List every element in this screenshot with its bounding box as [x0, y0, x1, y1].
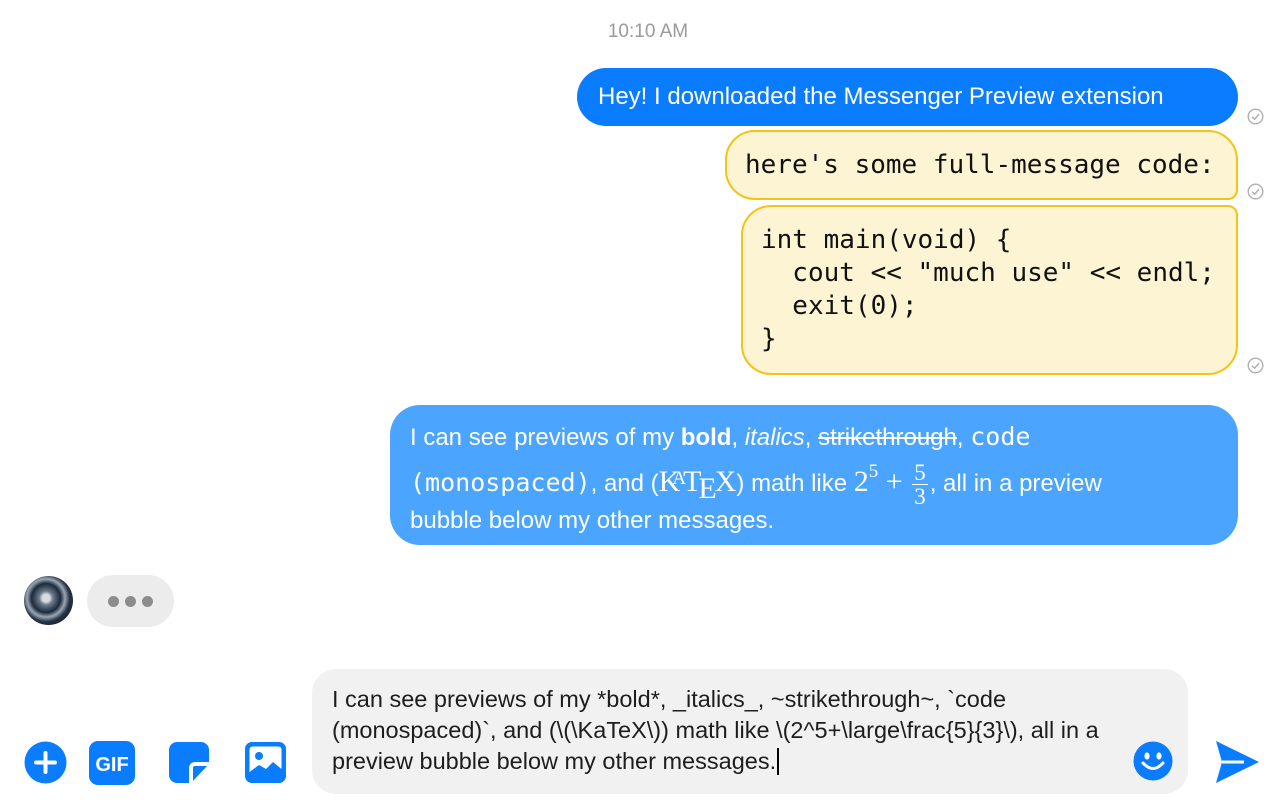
seen-check-icon [1247, 357, 1264, 374]
sent-message-code-inline[interactable]: here's some full-message code: [725, 130, 1238, 200]
sent-message-greeting[interactable]: Hey! I downloaded the Messenger Preview … [577, 68, 1238, 126]
sent-message-code-block[interactable]: int main(void) { cout << "much use" << e… [741, 205, 1238, 375]
math-fraction: 53 [912, 460, 928, 510]
sticker-icon[interactable] [169, 742, 209, 783]
message-timestamp: 10:10 AM [607, 21, 689, 42]
messenger-thread: 10:10 AM Hey! I downloaded the Messenger… [0, 0, 1280, 800]
preview-monospace-text: (monospaced) [410, 468, 591, 497]
preview-text: ) math like [736, 470, 854, 497]
preview-bubble: I can see previews of my bold, italics , … [390, 405, 1238, 545]
svg-text:GIF: GIF [95, 754, 128, 776]
preview-monospace-text: code [970, 422, 1031, 451]
preview-line-2: (monospaced), and (KATEX) math like 25 +… [410, 458, 1218, 508]
emoji-icon[interactable] [1133, 741, 1173, 781]
typing-dot [125, 596, 136, 607]
preview-text: , [956, 424, 971, 451]
composer-input[interactable]: I can see previews of my *bold*, _italic… [332, 684, 1122, 777]
preview-bold-text: bold [680, 424, 732, 451]
photo-icon[interactable] [245, 742, 286, 783]
preview-line-1: I can see previews of my bold, italics, … [410, 416, 1218, 458]
typing-indicator [87, 575, 174, 627]
seen-check-icon [1247, 108, 1264, 125]
seen-check-icon [1247, 183, 1264, 200]
preview-italic-text: italics [744, 424, 805, 451]
typing-dot [108, 596, 119, 607]
send-icon[interactable] [1214, 739, 1260, 785]
contact-avatar[interactable] [24, 576, 73, 625]
gif-icon[interactable]: GIF [89, 741, 135, 785]
katex-logo: KATEX [658, 465, 737, 505]
preview-line-3: bubble below my other messages. [410, 507, 775, 534]
preview-text: I can see previews of my [410, 424, 681, 451]
typing-dot [142, 596, 153, 607]
math-expression: 25 + [853, 461, 903, 498]
text-caret [777, 748, 779, 775]
preview-text: , and ( [590, 470, 659, 497]
preview-text: , [731, 424, 745, 451]
preview-text: , all in a preview [929, 470, 1102, 497]
plus-icon[interactable] [24, 741, 67, 784]
preview-strikethrough-text: strikethrough [818, 424, 957, 451]
preview-text: , [804, 424, 819, 451]
message-composer[interactable]: I can see previews of my *bold*, _italic… [312, 669, 1188, 794]
